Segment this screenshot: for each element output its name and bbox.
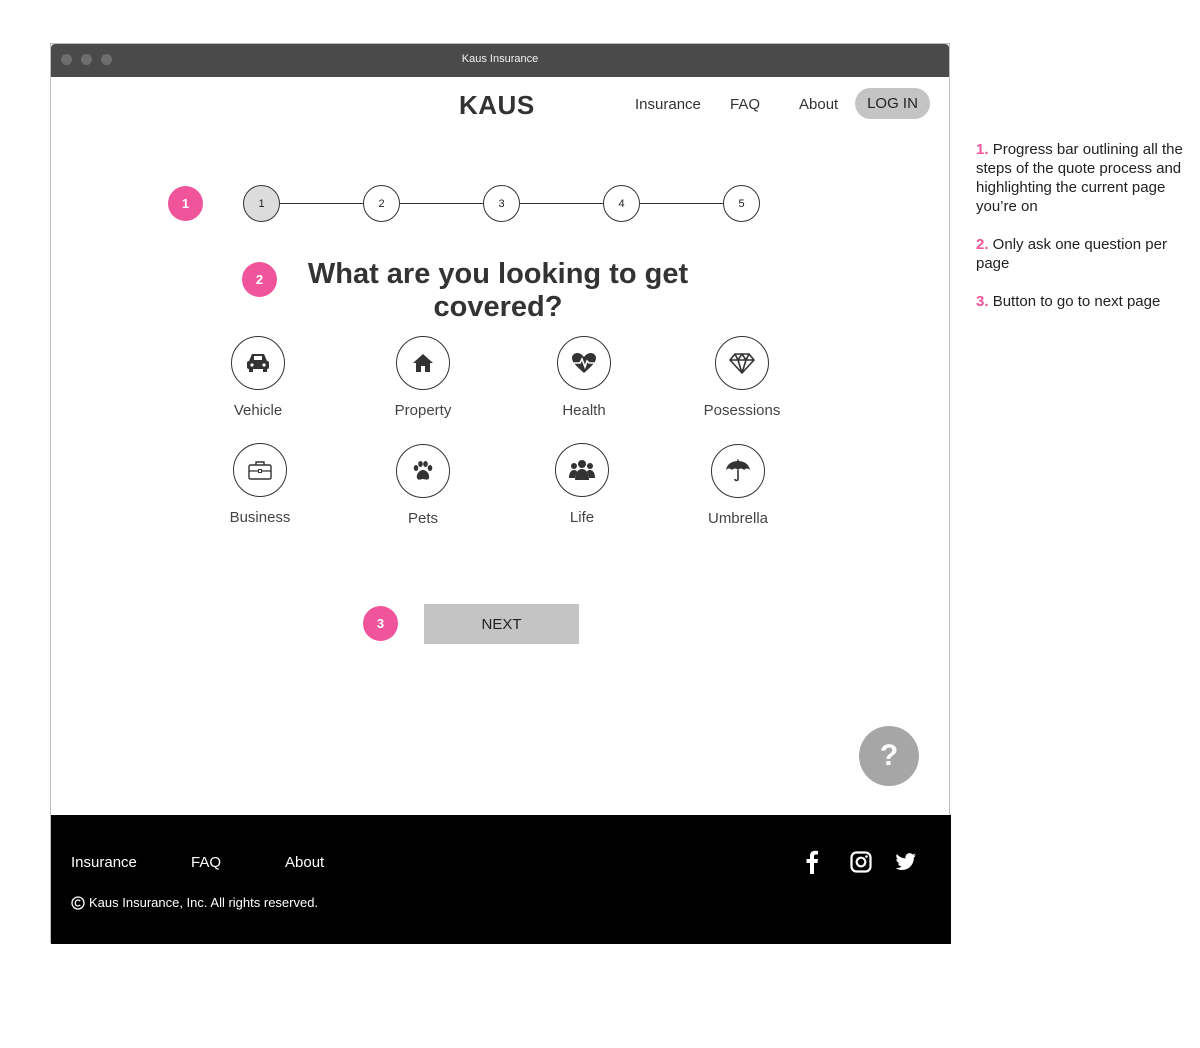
progress-connector — [520, 203, 603, 204]
site-logo[interactable]: KAUS — [459, 90, 535, 121]
nav-about[interactable]: About — [799, 96, 838, 113]
option-posessions[interactable]: Posessions — [687, 336, 797, 419]
note-3: 3. Button to go to next page — [976, 292, 1186, 311]
footer-link-about[interactable]: About — [285, 854, 324, 871]
progress-connector — [280, 203, 363, 204]
note-number: 1. — [976, 141, 989, 158]
family-icon — [555, 443, 609, 497]
progress-step-3[interactable]: 3 — [483, 185, 520, 222]
annotation-marker-2: 2 — [242, 262, 277, 297]
annotation-marker-3: 3 — [363, 606, 398, 641]
car-icon — [231, 336, 285, 390]
progress-connector — [640, 203, 723, 204]
annotation-marker-1: 1 — [168, 186, 203, 221]
facebook-icon[interactable] — [800, 850, 824, 874]
progress-step-2[interactable]: 2 — [363, 185, 400, 222]
progress-step-4[interactable]: 4 — [603, 185, 640, 222]
option-label: Pets — [407, 510, 438, 527]
nav-insurance[interactable]: Insurance — [635, 96, 701, 113]
question-heading: What are you looking to get covered? — [307, 258, 689, 323]
option-property[interactable]: Property — [368, 336, 478, 419]
house-icon — [396, 336, 450, 390]
progress-step-1[interactable]: 1 — [243, 185, 280, 222]
heartbeat-icon — [557, 336, 611, 390]
option-label: Business — [229, 509, 291, 526]
twitter-icon[interactable] — [894, 850, 918, 874]
option-business[interactable]: Business — [205, 443, 315, 526]
site-footer: Insurance FAQ About Kaus Insurance, Inc.… — [51, 815, 951, 944]
option-label: Health — [562, 402, 606, 419]
diamond-icon — [715, 336, 769, 390]
option-label: Posessions — [703, 402, 781, 419]
paw-icon — [396, 444, 450, 498]
next-button[interactable]: NEXT — [424, 604, 579, 644]
browser-window: Kaus Insurance KAUS Insurance FAQ About … — [50, 43, 951, 944]
note-text: Button to go to next page — [992, 293, 1161, 310]
note-text: Progress bar outlining all the steps of … — [976, 141, 1183, 215]
copyright: Kaus Insurance, Inc. All rights reserved… — [71, 895, 318, 910]
window-title: Kaus Insurance — [461, 53, 539, 65]
footer-link-faq[interactable]: FAQ — [191, 854, 221, 871]
window-titlebar: Kaus Insurance — [51, 44, 949, 77]
note-text: Only ask one question per page — [976, 236, 1167, 272]
note-1: 1. Progress bar outlining all the steps … — [976, 140, 1186, 216]
copyright-text: Kaus Insurance, Inc. All rights reserved… — [89, 895, 319, 910]
option-label: Property — [394, 402, 452, 419]
note-number: 3. — [976, 293, 989, 310]
note-2: 2. Only ask one question per page — [976, 235, 1186, 273]
footer-link-insurance[interactable]: Insurance — [71, 854, 137, 871]
annotation-notes: 1. Progress bar outlining all the steps … — [976, 140, 1186, 330]
progress-connector — [400, 203, 483, 204]
option-life[interactable]: Life — [527, 443, 637, 526]
note-number: 2. — [976, 236, 989, 253]
progress-step-5[interactable]: 5 — [723, 185, 760, 222]
option-umbrella[interactable]: Umbrella — [683, 444, 793, 527]
briefcase-icon — [233, 443, 287, 497]
nav-faq[interactable]: FAQ — [730, 96, 760, 113]
option-vehicle[interactable]: Vehicle — [203, 336, 313, 419]
help-button[interactable]: ? — [859, 726, 919, 786]
umbrella-icon — [711, 444, 765, 498]
instagram-icon[interactable] — [849, 850, 873, 874]
option-pets[interactable]: Pets — [368, 444, 478, 527]
option-label: Umbrella — [707, 510, 768, 527]
option-label: Vehicle — [233, 402, 283, 419]
option-health[interactable]: Health — [529, 336, 639, 419]
option-label: Life — [569, 509, 595, 526]
question-mark-icon: ? — [879, 739, 899, 772]
copyright-icon — [71, 895, 85, 910]
login-button[interactable]: LOG IN — [855, 88, 930, 119]
